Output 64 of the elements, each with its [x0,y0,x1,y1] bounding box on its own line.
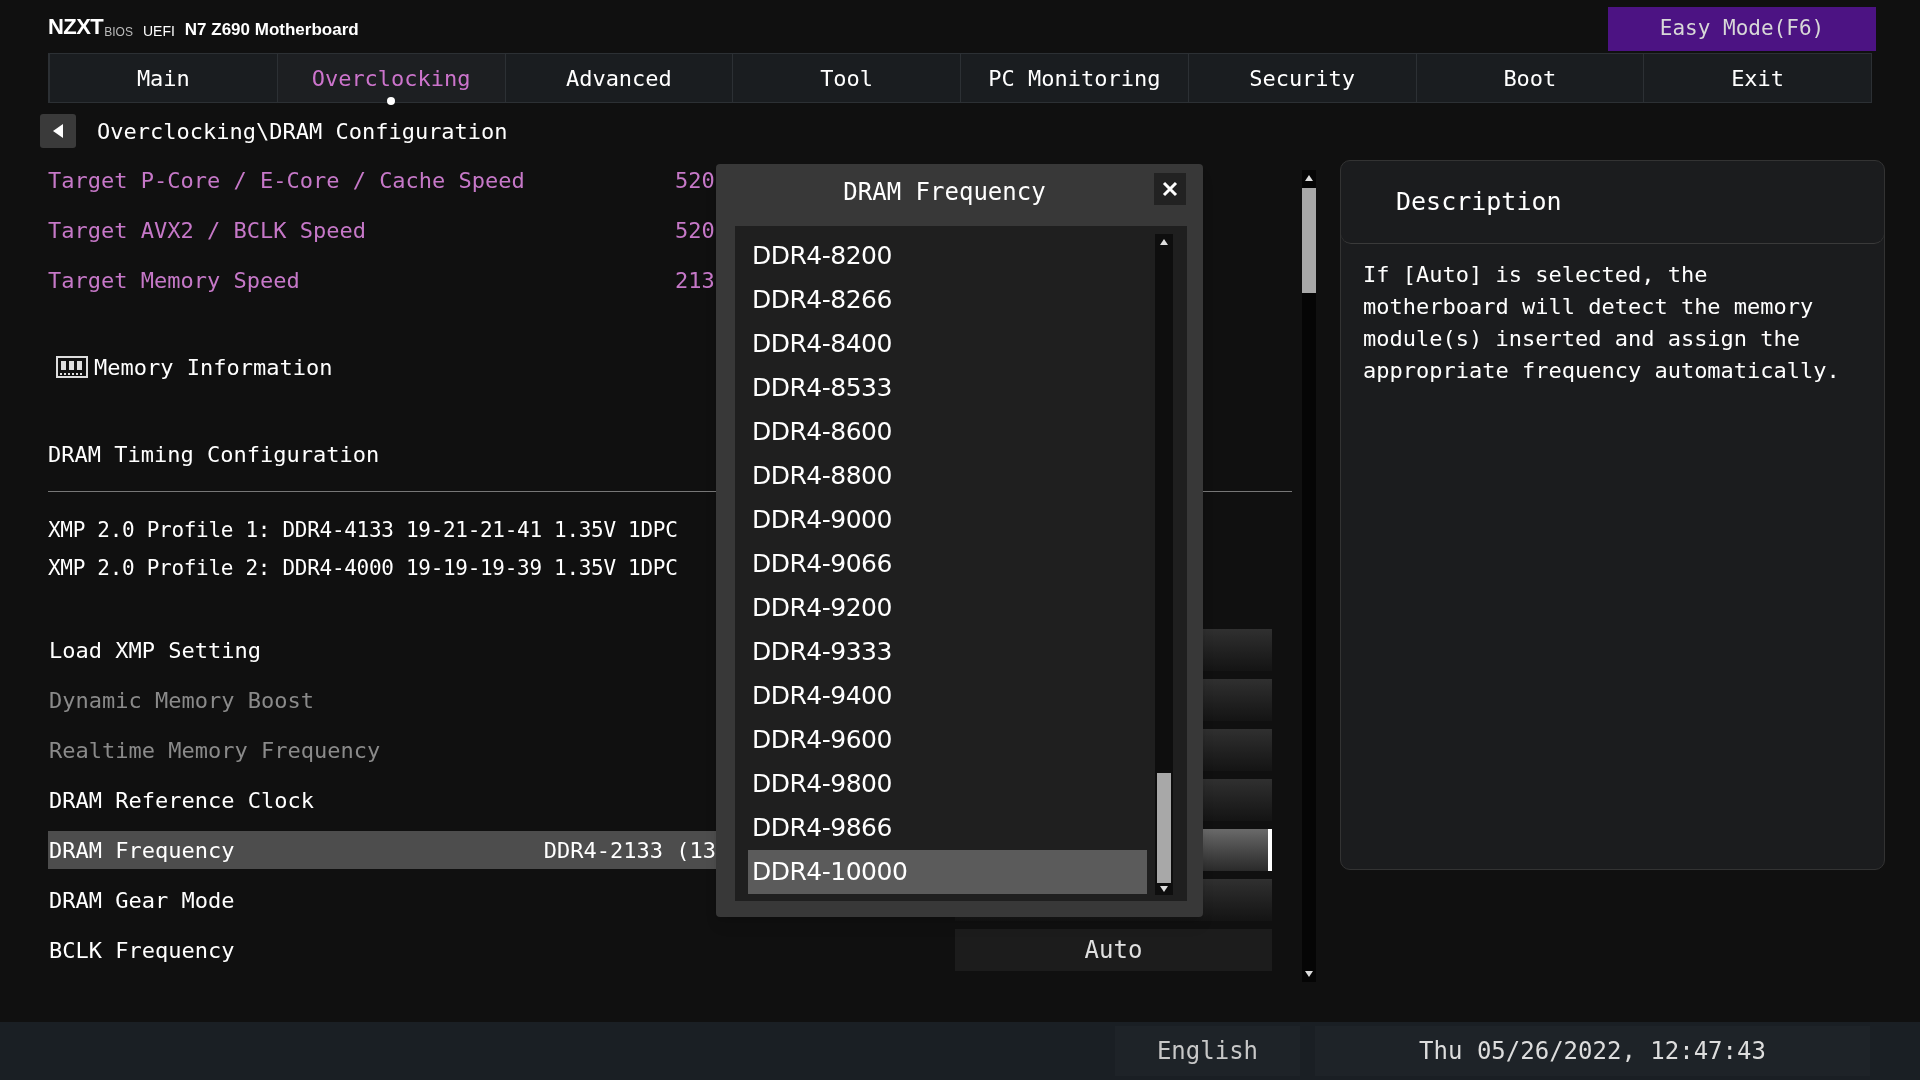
setting-label[interactable]: BCLK Frequency [49,933,235,967]
tab[interactable]: Exit [1643,54,1871,102]
tab[interactable]: Tool [732,54,960,102]
frequency-option[interactable]: DDR4-9400 [748,674,1147,718]
list-scrollbar[interactable] [1155,234,1173,895]
scrollbar[interactable] [1302,170,1316,982]
brand-logo: NZXT [48,15,104,38]
language-selector[interactable]: English [1115,1026,1300,1076]
scroll-down-icon[interactable] [1304,970,1314,978]
back-arrow-icon [51,123,65,139]
uefi-label: UEFI [142,23,175,38]
description-text: If [Auto] is selected, the motherboard will detect the memory module(s) inserted and assign the appropriate frequency automatically. [1362,261,1841,385]
scroll-up-icon[interactable] [1304,174,1314,182]
scrollbar-thumb[interactable] [1302,188,1316,293]
setting-label[interactable]: DRAM Gear Mode [49,883,235,917]
target-value: 520 [675,216,715,245]
scroll-down-icon[interactable] [1159,885,1169,893]
close-button[interactable] [1154,173,1186,205]
target-label: Target Memory Speed [48,267,300,293]
bios-label: BIOS [104,25,133,38]
back-button[interactable] [40,114,76,148]
frequency-option[interactable]: DDR4-8600 [748,410,1147,454]
memory-module-icon [56,355,88,379]
frequency-option[interactable]: DDR4-8200 [748,234,1147,278]
memory-information-link[interactable]: Memory Information [94,350,333,384]
frequency-option[interactable]: DDR4-9066 [748,542,1147,586]
frequency-option[interactable]: DDR4-8533 [748,366,1147,410]
frequency-option[interactable]: DDR4-8800 [748,454,1147,498]
frequency-option[interactable]: DDR4-8266 [748,278,1147,322]
date-time: Thu 05/26/2022, 12:47:43 [1315,1026,1870,1076]
setting-label[interactable]: DRAM Frequency [49,833,235,867]
frequency-option[interactable]: DDR4-9000 [748,498,1147,542]
tab[interactable]: Main [49,54,277,102]
easy-mode-button[interactable]: Easy Mode(F6) [1608,6,1876,51]
value-selector[interactable]: Auto [955,929,1272,971]
frequency-option[interactable]: DDR4-8400 [748,322,1147,366]
frequency-option[interactable]: DDR4-9333 [748,630,1147,674]
target-label: Target P-Core / E-Core / Cache Speed [48,167,525,193]
tab[interactable]: Boot [1415,54,1644,102]
frequency-option[interactable]: DDR4-9200 [748,586,1147,630]
model-name: N7 Z690 Motherboard [184,20,359,38]
description-title: Description [1396,186,1562,219]
target-label: Target AVX2 / BCLK Speed [48,217,366,243]
scroll-up-icon[interactable] [1159,238,1169,246]
target-value: 213 [675,266,715,295]
setting-label[interactable]: Load XMP Setting [49,633,261,667]
xmp-profile: XMP 2.0 Profile 2: DDR4-4000 19-19-19-39 1.35V 1DPC [48,555,678,583]
xmp-profile: XMP 2.0 Profile 1: DDR4-4133 19-21-21-41 1.35V 1DPC [48,517,678,545]
close-icon [1162,181,1178,197]
frequency-option[interactable]: DDR4-9866 [748,806,1147,850]
breadcrumb: Overclocking\DRAM Configuration [97,117,508,146]
frequency-option[interactable]: DDR4-9800 [748,762,1147,806]
tab[interactable]: Security [1187,54,1416,102]
dialog-title: DRAM Frequency [843,176,1046,208]
frequency-option[interactable]: DDR4-9600 [748,718,1147,762]
frequency-option[interactable]: DDR4-10000 [748,850,1147,894]
tab[interactable]: Advanced [504,54,733,102]
scrollbar-thumb[interactable] [1157,773,1171,883]
setting-value: DDR4-2133 (13 [543,836,716,865]
tab[interactable]: PC Monitoring [960,54,1188,102]
target-value: 520 [675,166,715,195]
section-title: DRAM Timing Configuration [48,440,380,469]
selected-setting-row[interactable]: DRAM Frequency DDR4-2133 (13 [48,831,716,869]
setting-label[interactable]: DRAM Reference Clock [49,783,314,817]
